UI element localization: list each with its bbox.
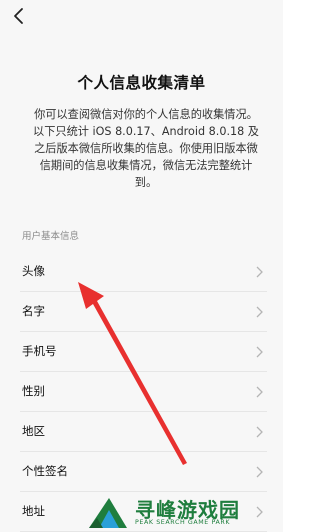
list-item-region[interactable]: 地区 [0, 412, 283, 452]
list-item-signature[interactable]: 个性签名 [0, 452, 283, 492]
chevron-left-icon [14, 8, 23, 24]
personal-info-list-page: 个人信息收集清单 你可以查阅微信对你的个人信息的收集情况。以下只统计 iOS 8… [0, 0, 283, 532]
list-item-label: 地址 [22, 504, 45, 518]
section-label: 用户基本信息 [22, 231, 80, 242]
back-button[interactable] [10, 6, 28, 26]
chevron-right-icon [256, 346, 263, 358]
list-item-label: 名字 [22, 304, 45, 318]
info-list: 头像 名字 手机号 性别 地区 个性签名 地址 [0, 252, 283, 532]
list-item-name[interactable]: 名字 [0, 292, 283, 332]
chevron-right-icon [256, 426, 263, 438]
page-title: 个人信息收集清单 [77, 74, 206, 92]
list-item-gender[interactable]: 性别 [0, 372, 283, 412]
chevron-right-icon [256, 266, 263, 278]
chevron-right-icon [256, 306, 263, 318]
list-item-label: 头像 [22, 264, 45, 278]
list-item-label: 手机号 [22, 344, 57, 358]
list-item-label: 地区 [22, 424, 45, 438]
chevron-right-icon [256, 466, 263, 478]
list-item-phone[interactable]: 手机号 [0, 332, 283, 372]
page-description: 你可以查阅微信对你的个人信息的收集情况。以下只统计 iOS 8.0.17、And… [33, 108, 259, 189]
chevron-right-icon [256, 386, 263, 398]
watermark: 寻峰游戏园 PEAK SEARCH GAME PARK [87, 492, 283, 532]
list-item-label: 个性签名 [22, 464, 68, 478]
list-item-avatar[interactable]: 头像 [0, 252, 283, 292]
list-item-label: 性别 [22, 384, 45, 398]
peak-logo-icon [89, 498, 127, 528]
watermark-subtext: PEAK SEARCH GAME PARK [135, 519, 231, 526]
